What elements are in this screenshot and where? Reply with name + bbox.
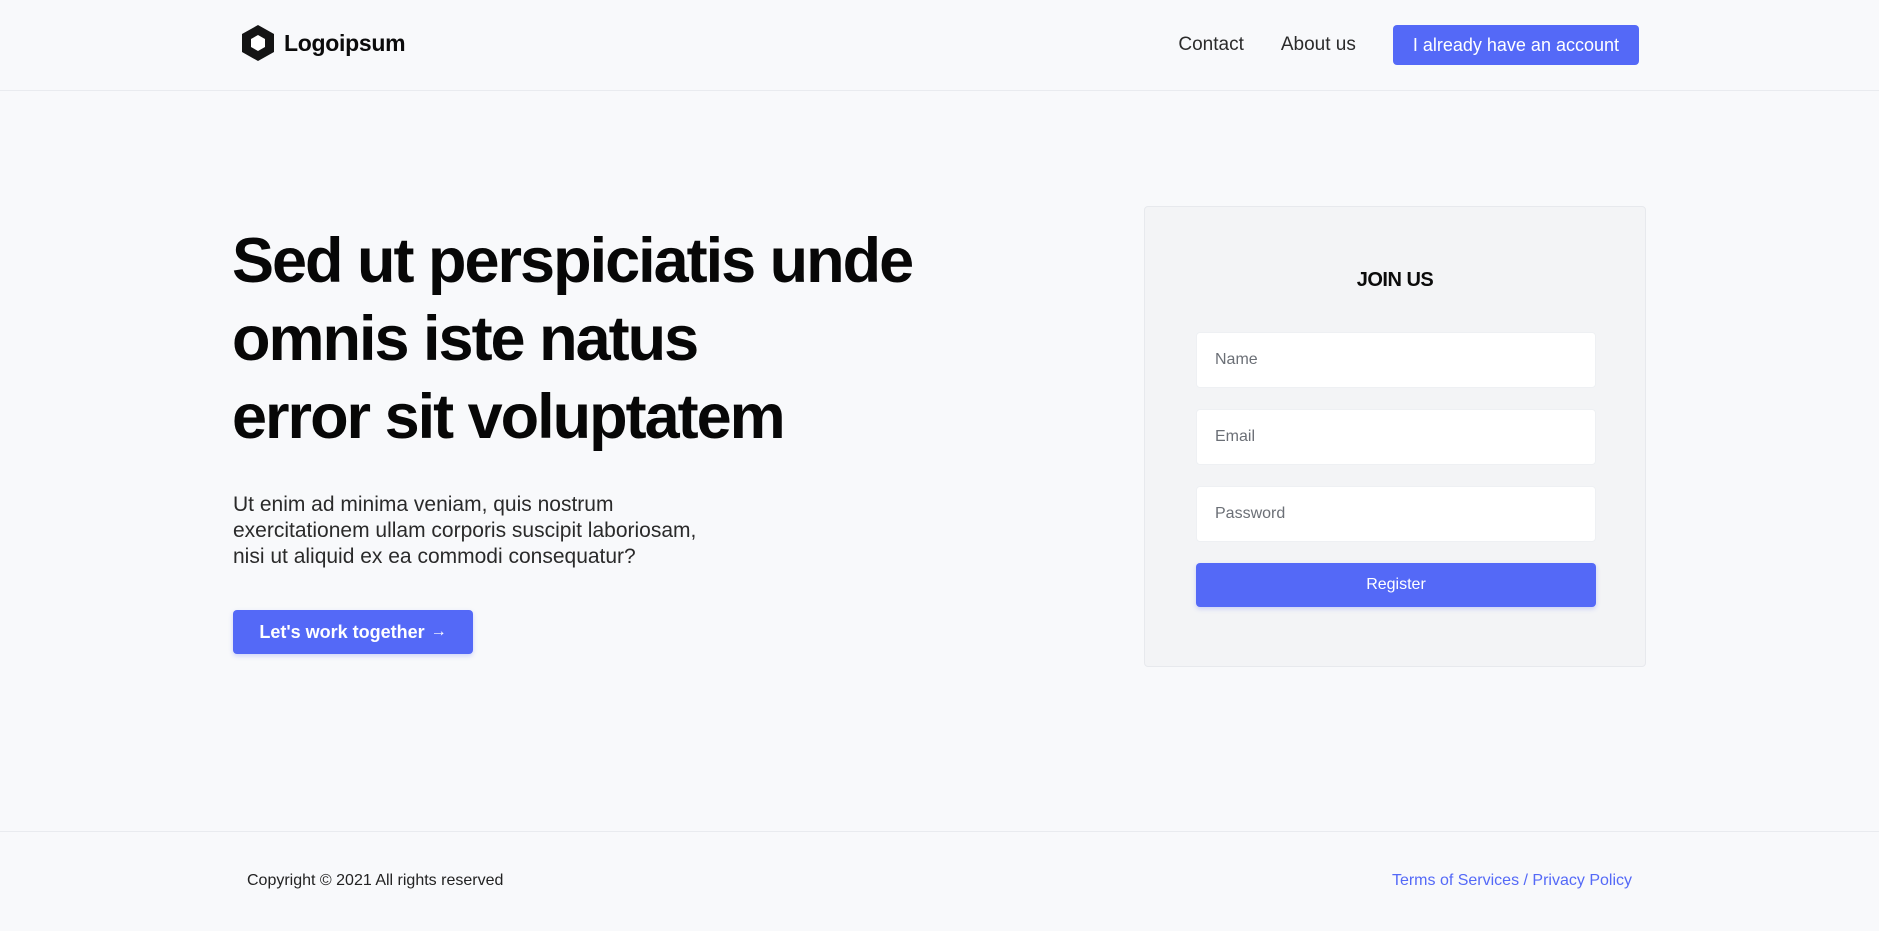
work-together-button[interactable]: Let's work together → bbox=[233, 610, 473, 654]
email-input[interactable] bbox=[1196, 409, 1596, 465]
page: Logoipsum Contact About us I already hav… bbox=[0, 0, 1879, 931]
hero-title-line: omnis iste natus bbox=[232, 304, 699, 374]
hero-title-line: Sed ut perspiciatis unde bbox=[232, 226, 914, 296]
logo-link[interactable]: Logoipsum bbox=[240, 24, 406, 62]
join-us-card: JOIN US Register bbox=[1144, 206, 1646, 667]
hero-description: Ut enim ad minima veniam, quis nostrum e… bbox=[233, 492, 793, 570]
register-button[interactable]: Register bbox=[1196, 563, 1596, 607]
hero-title-line: error sit voluptatem bbox=[232, 382, 786, 452]
hexagon-logo-icon bbox=[242, 25, 274, 61]
hero-description-line: nisi ut aliquid ex ea commodi consequatu… bbox=[233, 545, 636, 568]
site-footer: Copyright © 2021 All rights reserved Ter… bbox=[0, 831, 1879, 931]
hero-description-line: Ut enim ad minima veniam, quis nostrum bbox=[233, 493, 614, 516]
work-together-label: Let's work together bbox=[259, 621, 425, 642]
join-us-title: JOIN US bbox=[1356, 269, 1434, 291]
existing-account-button[interactable]: I already have an account bbox=[1392, 25, 1639, 65]
logo-text: Logoipsum bbox=[284, 29, 406, 56]
terms-link[interactable]: Terms of Services bbox=[1392, 872, 1519, 889]
nav-link-about-us[interactable]: About us bbox=[1281, 34, 1356, 56]
main-nav: Contact About us I already have an accou… bbox=[1178, 25, 1639, 65]
hero-description-line: exercitationem ullam corporis suscipit l… bbox=[233, 519, 697, 542]
password-input[interactable] bbox=[1196, 486, 1596, 542]
footer-links: Terms of Services / Privacy Policy bbox=[1392, 872, 1632, 890]
copyright-text: Copyright © 2021 All rights reserved bbox=[247, 872, 504, 889]
name-input[interactable] bbox=[1196, 332, 1596, 388]
site-header: Logoipsum Contact About us I already hav… bbox=[0, 0, 1879, 91]
footer-link-separator: / bbox=[1519, 872, 1533, 889]
hero-title: Sed ut perspiciatis unde omnis iste natu… bbox=[232, 222, 992, 456]
privacy-link[interactable]: Privacy Policy bbox=[1532, 872, 1632, 889]
nav-link-contact[interactable]: Contact bbox=[1178, 34, 1243, 56]
arrow-right-icon: → bbox=[430, 623, 447, 640]
